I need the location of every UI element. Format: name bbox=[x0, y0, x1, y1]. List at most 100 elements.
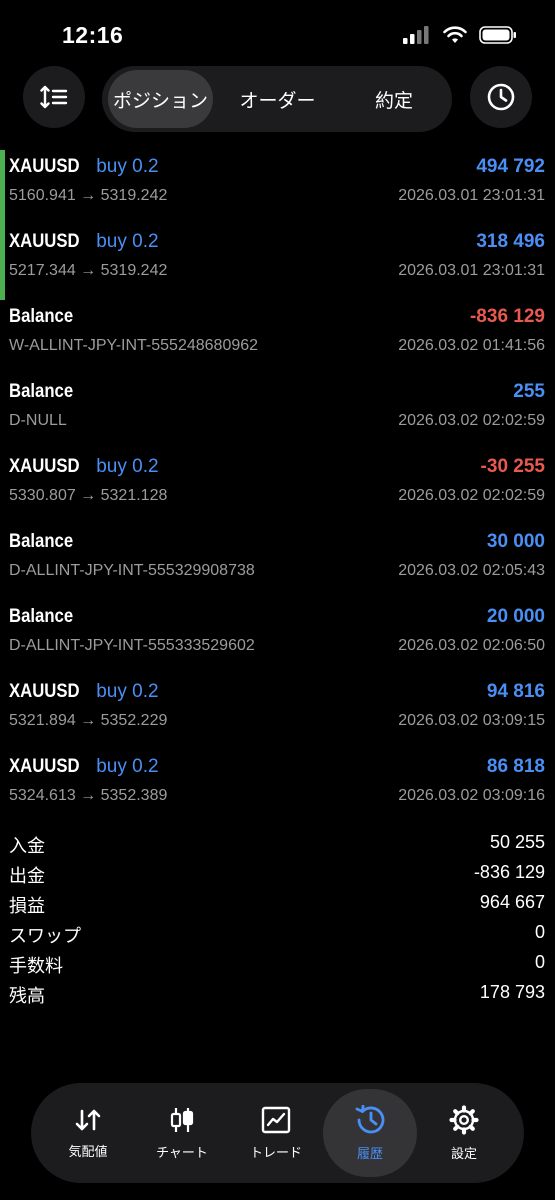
summary-value: 0 bbox=[534, 922, 545, 942]
row-time: 2026.03.02 02:06:50 bbox=[398, 637, 545, 654]
row-time: 2026.03.01 23:01:31 bbox=[398, 262, 545, 279]
history-row[interactable]: Balance W-ALLINT-JPY-INT-555248680962 -836… bbox=[0, 300, 555, 375]
summary-value: 0 bbox=[534, 952, 545, 972]
nav-trade[interactable]: トレード bbox=[229, 1089, 323, 1177]
history-clock-icon bbox=[355, 1104, 385, 1133]
history-row[interactable]: XAUUSD buy 0.2 5324.613 → 5352.389 86 818 20… bbox=[0, 750, 555, 825]
row-time: 2026.03.02 01:41:56 bbox=[398, 337, 545, 354]
row-detail: 5330.807 → 5321.128 bbox=[9, 487, 168, 504]
summary-label: 残高 bbox=[9, 986, 45, 1006]
row-side-volume: buy 0.2 bbox=[96, 231, 159, 252]
summary-row: スワップ 0 bbox=[0, 920, 555, 950]
summary-value: -836 129 bbox=[473, 862, 545, 882]
cellular-signal-icon bbox=[403, 26, 429, 44]
row-time: 2026.03.02 02:02:59 bbox=[398, 412, 545, 429]
history-row[interactable]: Balance D-ALLINT-JPY-INT-555333529602 20 0… bbox=[0, 600, 555, 675]
nav-label: 履歴 bbox=[356, 1146, 383, 1162]
history-row[interactable]: Balance D-NULL 255 2026.03.02 02:02:59 bbox=[0, 375, 555, 450]
row-symbol: XAUUSD bbox=[9, 681, 80, 702]
summary-table: 入金 50 255 出金 -836 129 損益 964 667 スワップ 0 手数料 0 残高 17… bbox=[0, 830, 555, 1010]
row-detail: D-NULL bbox=[9, 412, 67, 429]
tab-positions[interactable]: ポジション bbox=[108, 70, 213, 128]
summary-label: 損益 bbox=[9, 896, 45, 916]
row-side-volume: buy 0.2 bbox=[96, 156, 159, 177]
history-row[interactable]: Balance D-ALLINT-JPY-INT-555329908738 30 0… bbox=[0, 525, 555, 600]
row-title: XAUUSD buy 0.2 bbox=[9, 231, 159, 253]
nav-label: 気配値 bbox=[68, 1144, 108, 1160]
summary-row: 出金 -836 129 bbox=[0, 860, 555, 890]
summary-row: 手数料 0 bbox=[0, 950, 555, 980]
row-symbol: XAUUSD bbox=[9, 231, 80, 252]
row-title: Balance bbox=[9, 306, 89, 328]
row-symbol: XAUUSD bbox=[9, 756, 80, 777]
history-row[interactable]: XAUUSD buy 0.2 5330.807 → 5321.128 -30 255 2… bbox=[0, 450, 555, 525]
nav-chart[interactable]: チャート bbox=[135, 1089, 229, 1177]
nav-quotes[interactable]: 気配値 bbox=[41, 1089, 135, 1177]
row-detail: 5324.613 → 5352.389 bbox=[9, 787, 168, 804]
row-profit: 94 816 bbox=[486, 681, 545, 702]
nav-settings[interactable]: 設定 bbox=[417, 1089, 511, 1177]
summary-label: スワップ bbox=[9, 926, 81, 946]
summary-value: 964 667 bbox=[479, 892, 545, 912]
row-profit: 255 bbox=[513, 381, 545, 402]
row-profit: 494 792 bbox=[476, 156, 545, 177]
row-profit: 20 000 bbox=[486, 606, 545, 627]
candlestick-icon bbox=[170, 1107, 194, 1132]
nav-label: チャート bbox=[156, 1145, 208, 1161]
history-row[interactable]: XAUUSD buy 0.2 5160.941 → 5319.242 494 792 2… bbox=[0, 150, 555, 225]
sort-icon bbox=[40, 85, 68, 109]
row-time: 2026.03.02 02:02:59 bbox=[398, 487, 545, 504]
status-icons bbox=[403, 26, 517, 44]
clock-icon bbox=[487, 83, 515, 111]
row-symbol: Balance bbox=[9, 306, 74, 327]
row-detail: 5321.894 → 5352.229 bbox=[9, 712, 168, 729]
row-detail: 5217.344 → 5319.242 bbox=[9, 262, 168, 279]
row-title: XAUUSD buy 0.2 bbox=[9, 156, 159, 178]
row-symbol: Balance bbox=[9, 381, 74, 402]
history-list: XAUUSD buy 0.2 5160.941 → 5319.242 494 792 2… bbox=[0, 150, 555, 825]
quotes-arrows-icon bbox=[75, 1109, 101, 1130]
history-row[interactable]: XAUUSD buy 0.2 5321.894 → 5352.229 94 816 20… bbox=[0, 675, 555, 750]
row-detail: W-ALLINT-JPY-INT-555248680962 bbox=[9, 337, 259, 354]
row-detail: D-ALLINT-JPY-INT-555329908738 bbox=[9, 562, 255, 579]
position-accent-bar bbox=[0, 150, 5, 225]
summary-value: 50 255 bbox=[489, 832, 545, 852]
summary-value: 178 793 bbox=[479, 982, 545, 1002]
row-profit: -836 129 bbox=[469, 306, 545, 327]
settings-gear-icon bbox=[449, 1104, 479, 1135]
nav-label: トレード bbox=[249, 1145, 302, 1161]
summary-label: 出金 bbox=[9, 866, 45, 886]
summary-row: 損益 964 667 bbox=[0, 890, 555, 920]
nav-history[interactable]: 履歴 bbox=[323, 1089, 417, 1177]
history-period-button[interactable] bbox=[470, 66, 532, 128]
row-profit: 30 000 bbox=[486, 531, 545, 552]
summary-row: 残高 178 793 bbox=[0, 980, 555, 1010]
row-symbol: XAUUSD bbox=[9, 456, 80, 477]
row-detail: 5160.941 → 5319.242 bbox=[9, 187, 168, 204]
tab-orders[interactable]: オーダー bbox=[220, 70, 335, 128]
position-accent-bar bbox=[0, 225, 5, 300]
sort-button[interactable] bbox=[23, 66, 85, 128]
trade-line-chart-icon bbox=[261, 1106, 291, 1133]
row-title: XAUUSD buy 0.2 bbox=[9, 681, 159, 703]
row-profit: 86 818 bbox=[486, 756, 545, 777]
row-title: Balance bbox=[9, 381, 89, 403]
segmented-control: ポジション オーダー 約定 bbox=[102, 66, 452, 132]
summary-label: 入金 bbox=[9, 836, 45, 856]
row-title: Balance bbox=[9, 606, 89, 628]
row-title: XAUUSD buy 0.2 bbox=[9, 756, 159, 778]
status-time: 12:16 bbox=[62, 22, 124, 48]
row-time: 2026.03.02 03:09:15 bbox=[398, 712, 545, 729]
row-time: 2026.03.01 23:01:31 bbox=[398, 187, 545, 204]
battery-icon bbox=[479, 26, 516, 44]
bottom-nav: 気配値 チャート トレード 履歴 設定 bbox=[31, 1083, 524, 1183]
summary-label: 手数料 bbox=[9, 956, 63, 976]
nav-label: 設定 bbox=[450, 1146, 477, 1162]
row-side-volume: buy 0.2 bbox=[96, 756, 159, 777]
history-row[interactable]: XAUUSD buy 0.2 5217.344 → 5319.242 318 496 2… bbox=[0, 225, 555, 300]
row-profit: 318 496 bbox=[476, 231, 545, 252]
tab-deals[interactable]: 約定 bbox=[342, 70, 446, 128]
row-symbol: Balance bbox=[9, 606, 74, 627]
row-time: 2026.03.02 02:05:43 bbox=[398, 562, 545, 579]
wifi-icon bbox=[443, 26, 467, 43]
